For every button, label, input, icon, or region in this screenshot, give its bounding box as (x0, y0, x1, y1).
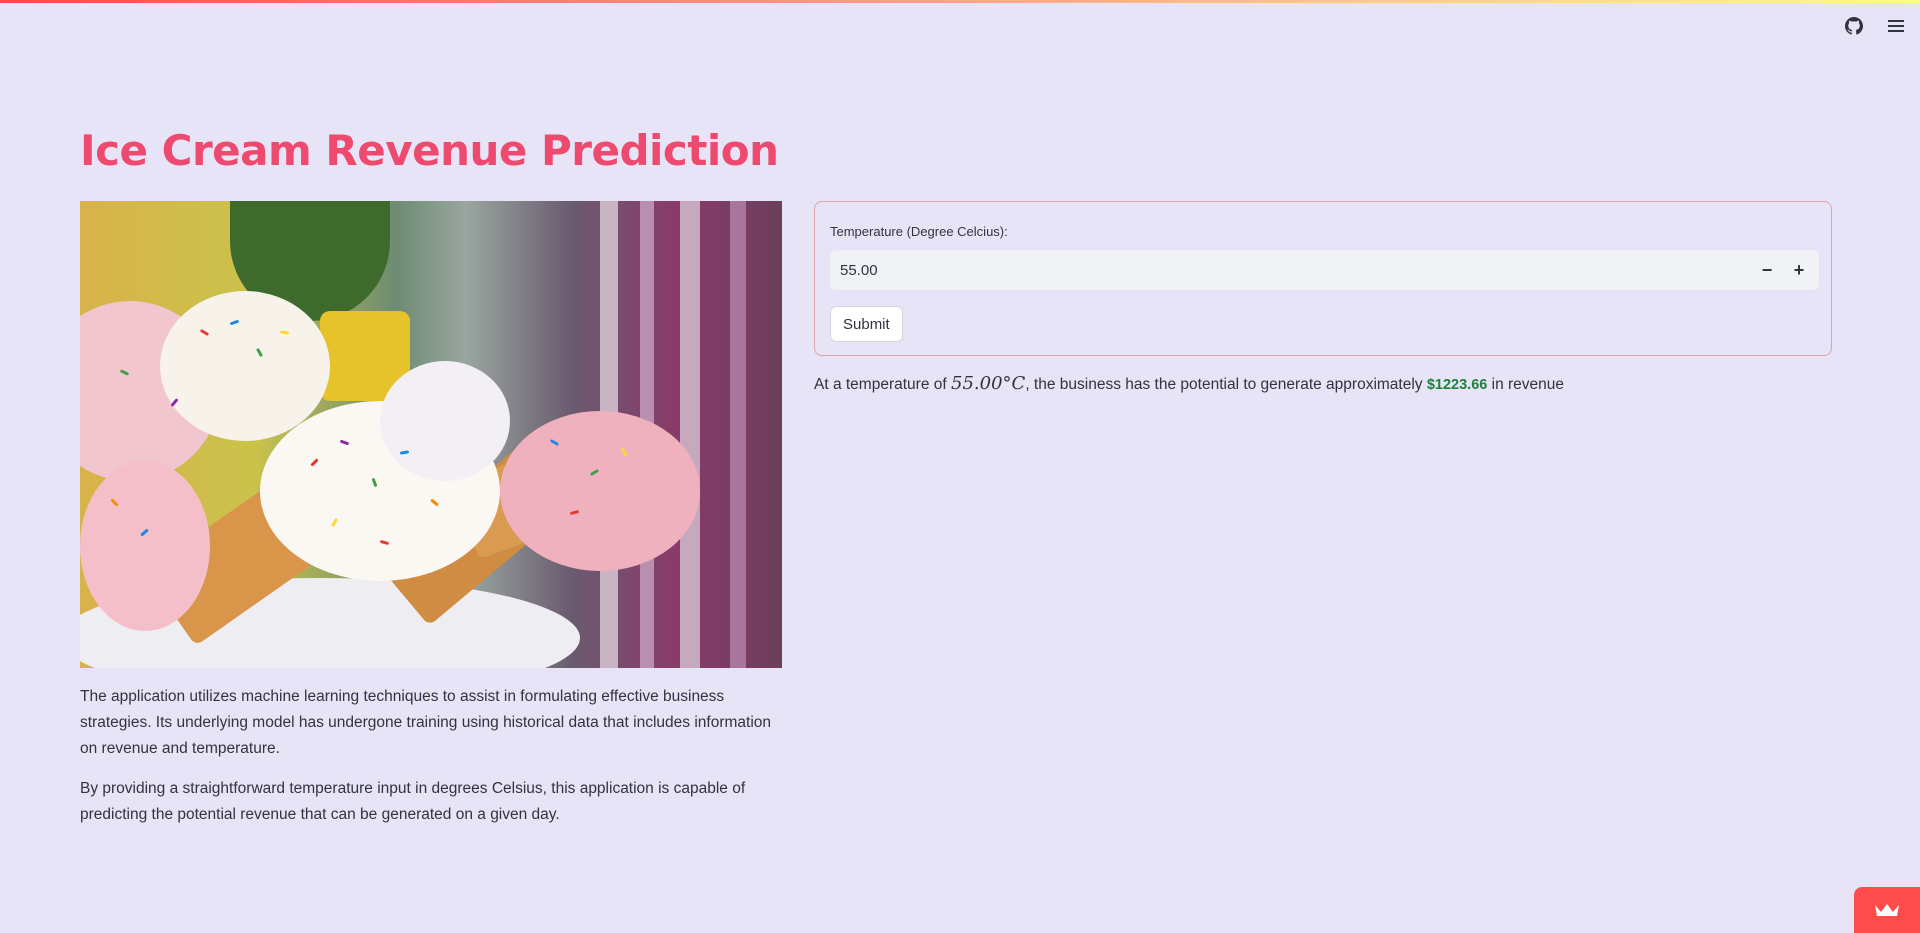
result-prefix: At a temperature of (814, 376, 951, 393)
header-toolbar (1844, 16, 1906, 36)
description-paragraph-1: The application utilizes machine learnin… (80, 688, 772, 757)
result-revenue: $1223.66 (1426, 377, 1488, 393)
submit-button[interactable]: Submit (830, 306, 903, 342)
prediction-form: Temperature (Degree Celcius): − + Submit (814, 201, 1832, 356)
hamburger-menu-icon[interactable] (1886, 16, 1906, 36)
top-decoration-bar (0, 0, 1920, 3)
result-temperature: 55.00°C (951, 373, 1026, 394)
github-icon[interactable] (1844, 16, 1864, 36)
result-suffix: in revenue (1487, 376, 1565, 393)
description-paragraph-2: By providing a straightforward temperatu… (80, 780, 746, 823)
result-middle: , the business has the potential to gene… (1025, 376, 1427, 393)
streamlit-crown-icon[interactable] (1854, 887, 1920, 933)
page-title: Ice Cream Revenue Prediction (80, 126, 779, 175)
increment-button[interactable]: + (1783, 250, 1815, 290)
ice-cream-cones-photo (80, 201, 782, 668)
temperature-input[interactable] (830, 250, 1819, 290)
prediction-result: At a temperature of 55.00°C, the busines… (814, 373, 1564, 394)
temperature-stepper: − + (1751, 250, 1815, 290)
temperature-label: Temperature (Degree Celcius): (830, 224, 1008, 239)
decrement-button[interactable]: − (1751, 250, 1783, 290)
